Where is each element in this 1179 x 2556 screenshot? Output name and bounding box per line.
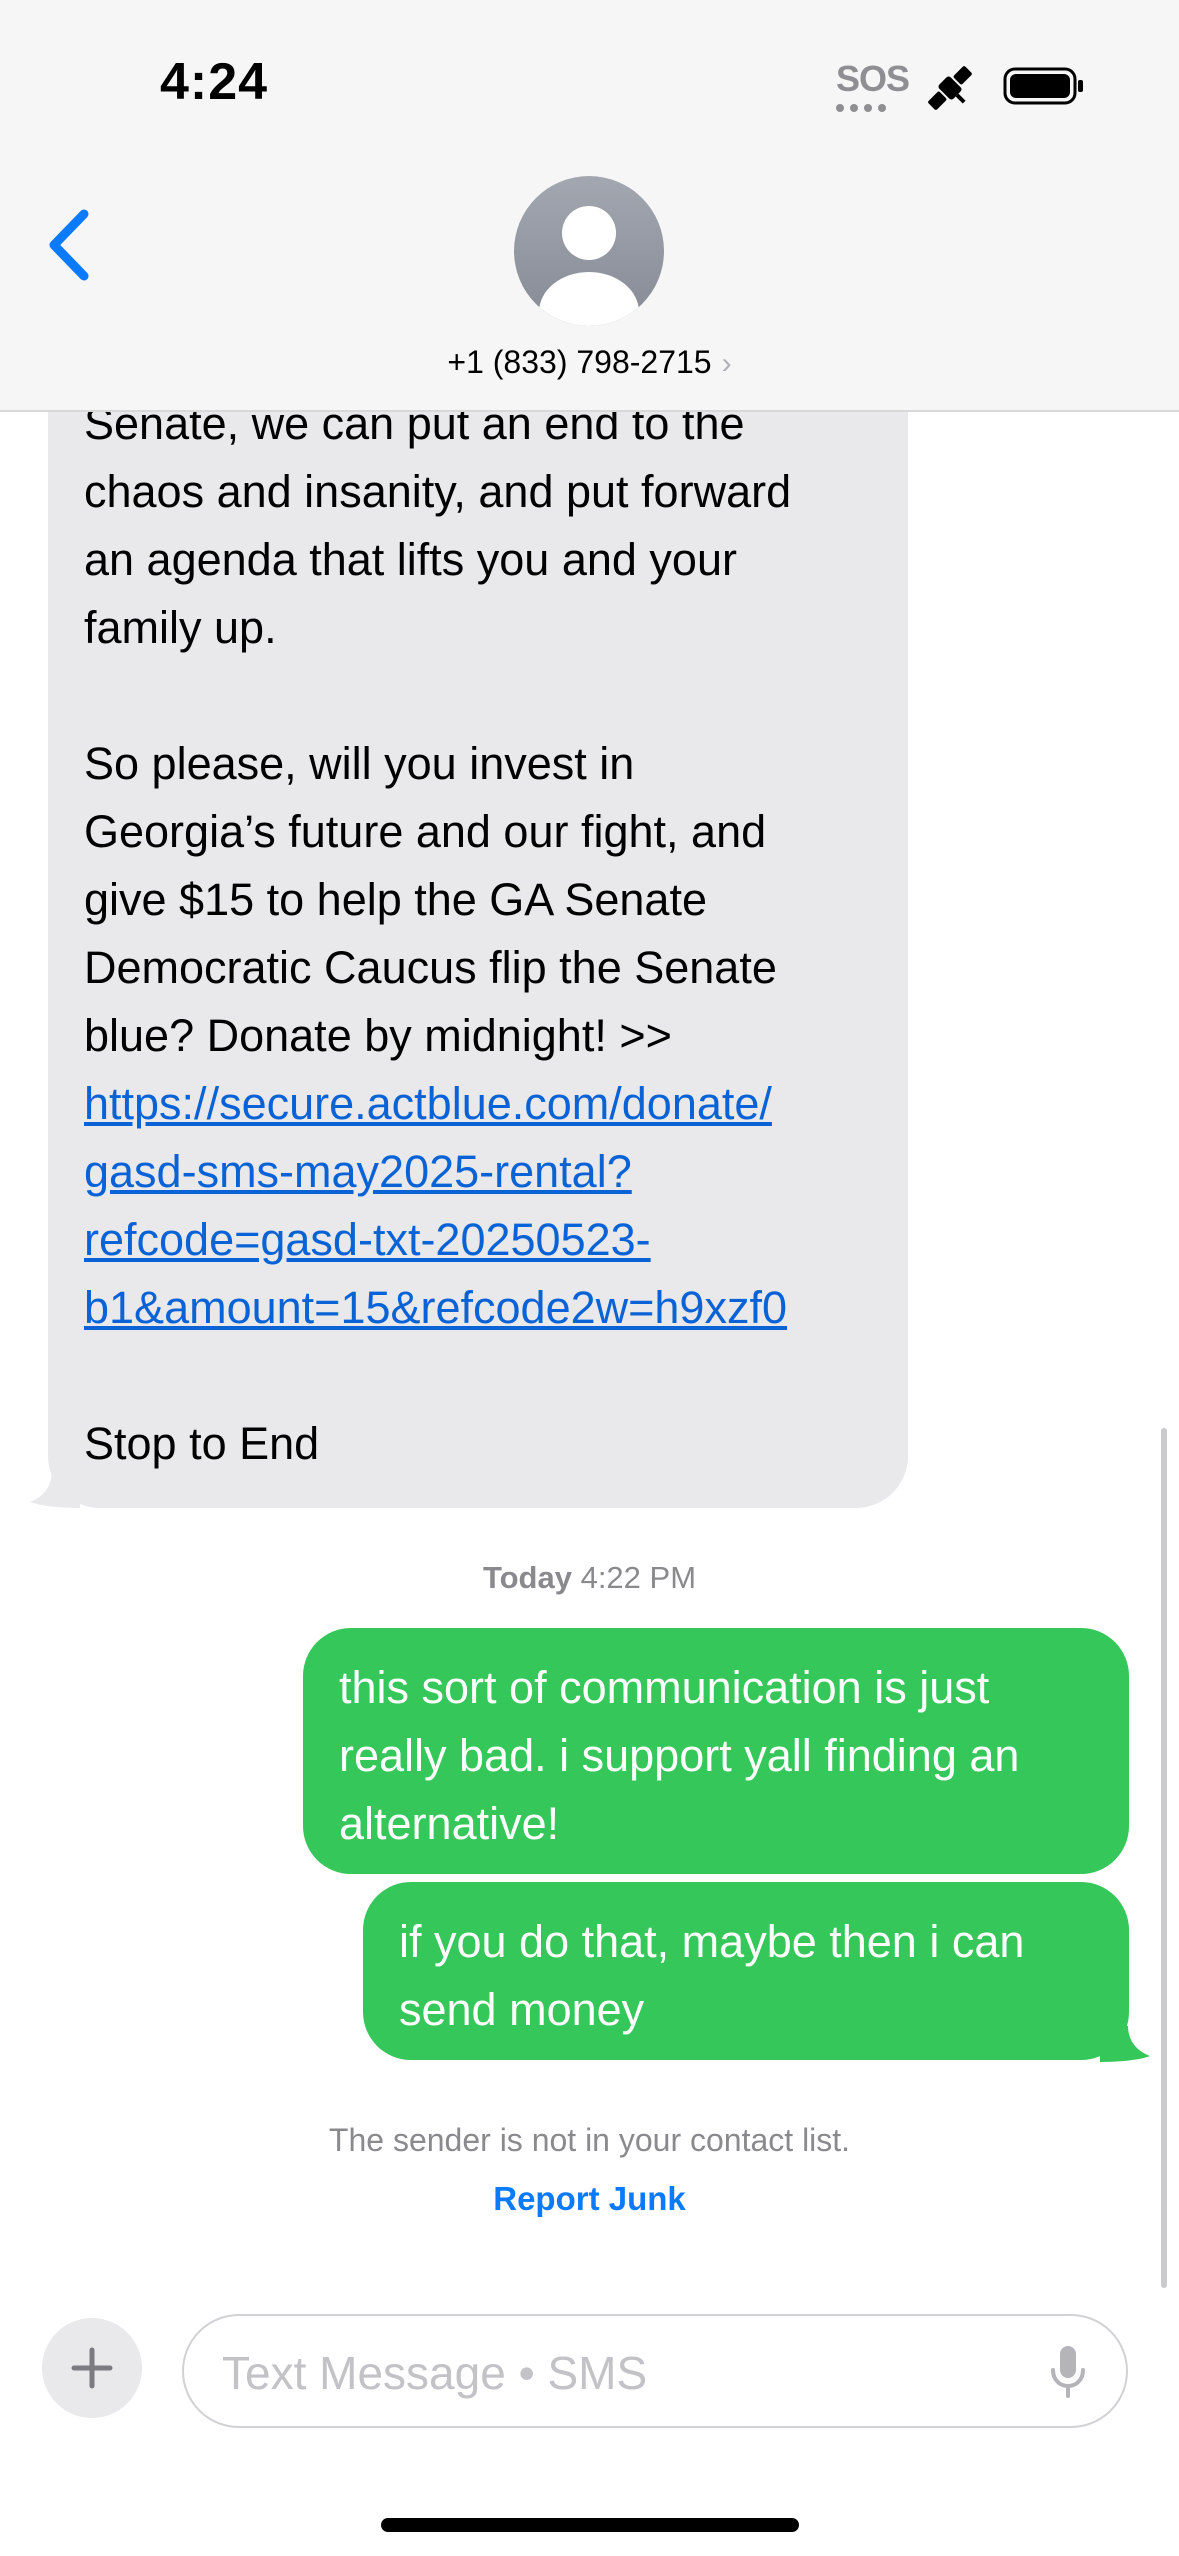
timestamp-day: Today	[482, 1560, 572, 1595]
incoming-message-text: Senate, we can put an end to the chaos a…	[84, 390, 884, 1478]
outgoing-message-text: this sort of communication is just reall…	[339, 1662, 1020, 1849]
status-time: 4:24	[160, 53, 269, 111]
chevron-right-icon: ›	[721, 347, 732, 380]
contact-name[interactable]: +1 (833) 798-2715 ›	[0, 344, 1179, 381]
sos-label: SOS	[836, 58, 910, 99]
outgoing-bubble-tail	[1100, 2026, 1150, 2062]
incoming-footer: Stop to End	[84, 1418, 320, 1469]
report-junk-link[interactable]: Report Junk	[0, 2180, 1179, 2218]
avatar-person-icon	[539, 206, 639, 326]
contact-avatar[interactable]	[514, 176, 664, 326]
conversation-header: 4:24 SOS +1 (833) 798-2715 ›	[0, 0, 1179, 412]
back-chevron-icon[interactable]	[40, 200, 100, 290]
satellite-icon	[928, 66, 972, 110]
sos-dots	[836, 104, 906, 112]
microphone-icon[interactable]	[1048, 2344, 1088, 2400]
contact-number: +1 (833) 798-2715	[447, 344, 712, 380]
incoming-paragraph-1: Senate, we can put an end to the chaos a…	[84, 398, 792, 653]
battery-icon	[1003, 67, 1083, 105]
outgoing-message-bubble[interactable]: if you do that, maybe then i can send mo…	[363, 1882, 1129, 2060]
home-indicator[interactable]	[381, 2518, 799, 2532]
donation-link[interactable]: https://secure.actblue.com/donate/ gasd-…	[84, 1078, 787, 1333]
plus-icon	[71, 2347, 113, 2389]
scrollbar[interactable]	[1161, 1428, 1167, 2288]
add-attachment-button[interactable]	[42, 2318, 142, 2418]
timestamp-time: 4:22 PM	[580, 1560, 697, 1595]
message-input-placeholder: Text Message • SMS	[222, 2347, 648, 2399]
outgoing-message-bubble[interactable]: this sort of communication is just reall…	[303, 1628, 1129, 1874]
message-input[interactable]: Text Message • SMS	[182, 2314, 1128, 2428]
sos-indicator: SOS	[836, 58, 910, 118]
incoming-paragraph-2: So please, will you invest in Georgia’s …	[84, 738, 777, 1061]
unknown-sender-notice: The sender is not in your contact list.	[328, 2122, 851, 2158]
message-timestamp: Today 4:22 PM	[0, 1560, 1179, 1596]
outgoing-message-text: if you do that, maybe then i can send mo…	[399, 1916, 1025, 2035]
